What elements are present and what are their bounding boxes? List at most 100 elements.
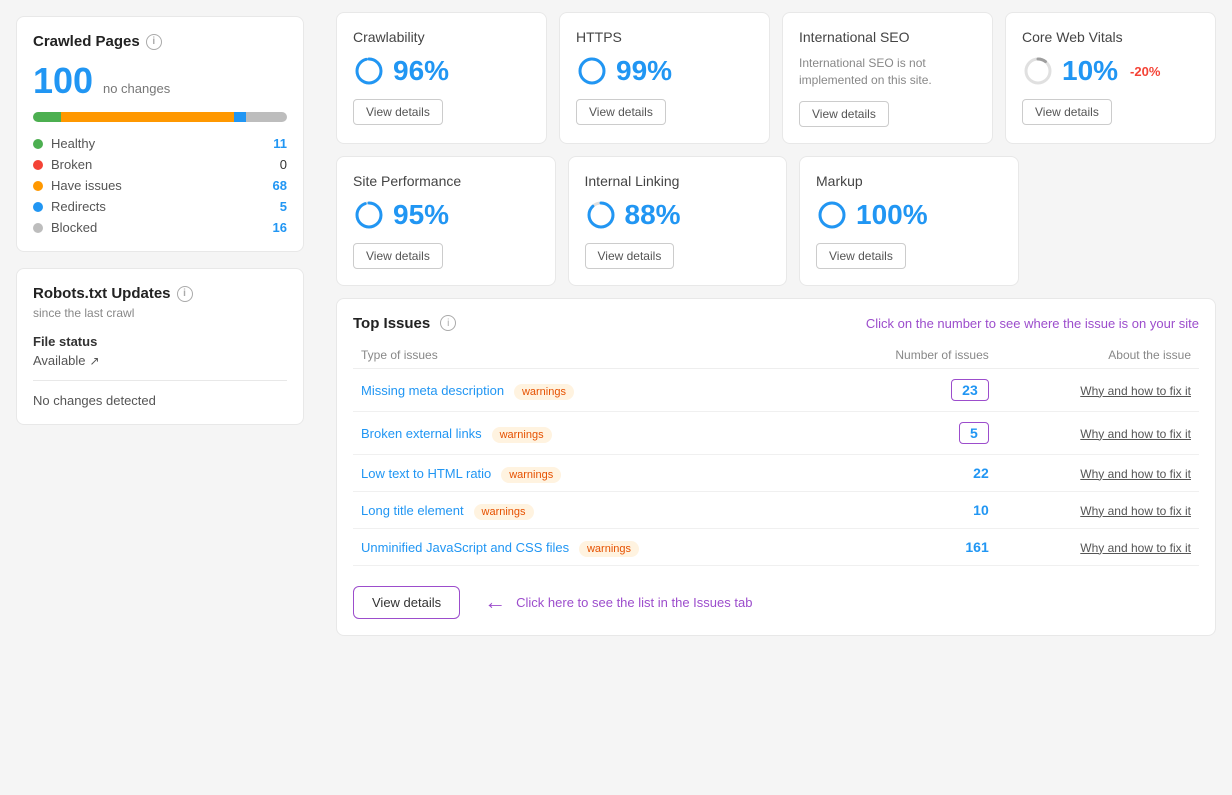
core-web-vitals-percent: 10% bbox=[1062, 55, 1118, 87]
crawlability-percent: 96% bbox=[393, 55, 449, 87]
international-seo-view-details-btn[interactable]: View details bbox=[799, 101, 889, 127]
internal-linking-view-details-btn[interactable]: View details bbox=[585, 243, 675, 269]
crawled-pages-info-icon[interactable]: i bbox=[146, 34, 162, 50]
col-number: Number of issues bbox=[822, 342, 997, 369]
issue-name-4: Long title element warnings bbox=[353, 491, 822, 528]
metrics-spacer bbox=[1031, 156, 1217, 286]
markup-percent: 100% bbox=[856, 199, 928, 231]
table-row: Broken external links warnings 5 Why and… bbox=[353, 411, 1199, 454]
pb-redirects bbox=[234, 112, 247, 122]
dot-blocked bbox=[33, 223, 43, 233]
crawled-progress-bar bbox=[33, 112, 287, 122]
why-link-3: Why and how to fix it bbox=[997, 454, 1199, 491]
issues-hint: Click on the number to see where the iss… bbox=[466, 316, 1199, 331]
issues-table-body: Missing meta description warnings 23 Why… bbox=[353, 368, 1199, 565]
main-content: Crawlability 96% View details HTTPS bbox=[320, 0, 1232, 795]
metric-crawlability: Crawlability 96% View details bbox=[336, 12, 547, 144]
issue-count-2[interactable]: 5 bbox=[822, 411, 997, 454]
badge-5: warnings bbox=[579, 541, 639, 557]
dot-broken bbox=[33, 160, 43, 170]
click-hint-text: Click here to see the list in the Issues… bbox=[516, 595, 752, 610]
metric-site-performance-title: Site Performance bbox=[353, 173, 539, 189]
core-web-vitals-view-details-btn[interactable]: View details bbox=[1022, 99, 1112, 125]
site-performance-view-details-btn[interactable]: View details bbox=[353, 243, 443, 269]
issue-count-4[interactable]: 10 bbox=[822, 491, 997, 528]
markup-view-details-btn[interactable]: View details bbox=[816, 243, 906, 269]
issues-table-head: Type of issues Number of issues About th… bbox=[353, 342, 1199, 369]
pb-issues bbox=[61, 112, 234, 122]
metric-markup: Markup 100% View details bbox=[799, 156, 1019, 286]
blocked-count: 16 bbox=[273, 220, 287, 235]
metric-site-performance: Site Performance 95% View details bbox=[336, 156, 556, 286]
site-performance-ring-icon bbox=[353, 199, 385, 231]
robots-divider bbox=[33, 380, 287, 381]
col-about: About the issue bbox=[997, 342, 1199, 369]
why-link-2: Why and how to fix it bbox=[997, 411, 1199, 454]
legend-issues: Have issues 68 bbox=[33, 178, 287, 193]
crawled-count: 100 bbox=[33, 60, 93, 101]
https-percent: 99% bbox=[616, 55, 672, 87]
legend-redirects: Redirects 5 bbox=[33, 199, 287, 214]
external-link-icon[interactable]: ↗ bbox=[90, 354, 100, 368]
crawled-pages-title: Crawled Pages i bbox=[33, 33, 287, 50]
metric-core-web-vitals-title: Core Web Vitals bbox=[1022, 29, 1199, 45]
issue-count-3[interactable]: 22 bbox=[822, 454, 997, 491]
metric-international-seo: International SEO International SEO is n… bbox=[782, 12, 993, 144]
badge-4: warnings bbox=[474, 504, 534, 520]
badge-1: warnings bbox=[514, 384, 574, 400]
why-link-4: Why and how to fix it bbox=[997, 491, 1199, 528]
site-performance-percent: 95% bbox=[393, 199, 449, 231]
internal-linking-ring-icon bbox=[585, 199, 617, 231]
dot-healthy bbox=[33, 139, 43, 149]
file-status-label: File status bbox=[33, 334, 287, 349]
robots-info-icon[interactable]: i bbox=[177, 286, 193, 302]
table-row: Low text to HTML ratio warnings 22 Why a… bbox=[353, 454, 1199, 491]
issues-table: Type of issues Number of issues About th… bbox=[353, 342, 1199, 566]
crawled-pages-card: Crawled Pages i 100 no changes Healthy 1… bbox=[16, 16, 304, 252]
table-row: Unminified JavaScript and CSS files warn… bbox=[353, 528, 1199, 565]
internal-linking-percent: 88% bbox=[625, 199, 681, 231]
top-issues-view-details-btn[interactable]: View details bbox=[353, 586, 460, 619]
col-type: Type of issues bbox=[353, 342, 822, 369]
crawlability-view-details-btn[interactable]: View details bbox=[353, 99, 443, 125]
crawled-no-changes: no changes bbox=[103, 81, 170, 96]
metric-internal-linking: Internal Linking 88% View details bbox=[568, 156, 788, 286]
metric-core-web-vitals: Core Web Vitals 10% -20% View details bbox=[1005, 12, 1216, 144]
table-row: Long title element warnings 10 Why and h… bbox=[353, 491, 1199, 528]
issue-count-1[interactable]: 23 bbox=[822, 368, 997, 411]
why-link-5: Why and how to fix it bbox=[997, 528, 1199, 565]
arrow-hint-row: ← Click here to see the list in the Issu… bbox=[476, 589, 1199, 615]
view-details-row: View details ← Click here to see the lis… bbox=[353, 580, 1199, 619]
dot-issues bbox=[33, 181, 43, 191]
international-seo-desc: International SEO is not implemented on … bbox=[799, 55, 976, 89]
crawlability-ring-icon bbox=[353, 55, 385, 87]
dot-redirects bbox=[33, 202, 43, 212]
metric-crawlability-title: Crawlability bbox=[353, 29, 530, 45]
issue-name-2: Broken external links warnings bbox=[353, 411, 822, 454]
issue-count-5[interactable]: 161 bbox=[822, 528, 997, 565]
top-issues-section: Top Issues i Click on the number to see … bbox=[336, 298, 1216, 636]
issue-name-1: Missing meta description warnings bbox=[353, 368, 822, 411]
pb-blocked bbox=[246, 112, 287, 122]
robots-since-label: since the last crawl bbox=[33, 306, 287, 320]
badge-3: warnings bbox=[501, 467, 561, 483]
legend-blocked: Blocked 16 bbox=[33, 220, 287, 235]
issues-info-icon[interactable]: i bbox=[440, 315, 456, 331]
metric-https-title: HTTPS bbox=[576, 29, 753, 45]
metric-international-seo-title: International SEO bbox=[799, 29, 976, 45]
https-view-details-btn[interactable]: View details bbox=[576, 99, 666, 125]
pb-healthy bbox=[33, 112, 61, 122]
issues-header-row: Type of issues Number of issues About th… bbox=[353, 342, 1199, 369]
no-changes-text: No changes detected bbox=[33, 393, 287, 408]
markup-ring-icon bbox=[816, 199, 848, 231]
metrics-row-2: Site Performance 95% View details Intern… bbox=[336, 156, 1216, 286]
crawled-legend: Healthy 11 Broken 0 Have issues 68 Redir… bbox=[33, 136, 287, 235]
metrics-row-1: Crawlability 96% View details HTTPS bbox=[336, 12, 1216, 144]
table-row: Missing meta description warnings 23 Why… bbox=[353, 368, 1199, 411]
issues-header: Top Issues i Click on the number to see … bbox=[353, 315, 1199, 332]
issue-name-5: Unminified JavaScript and CSS files warn… bbox=[353, 528, 822, 565]
legend-healthy: Healthy 11 bbox=[33, 136, 287, 151]
legend-broken: Broken 0 bbox=[33, 157, 287, 172]
badge-2: warnings bbox=[492, 427, 552, 443]
core-web-vitals-ring-icon bbox=[1022, 55, 1054, 87]
